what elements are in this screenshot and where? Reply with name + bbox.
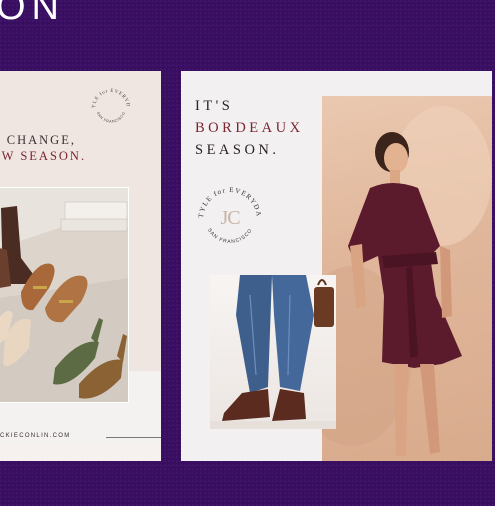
headline-line-2: BORDEAUX: [195, 120, 304, 136]
brand-seal-logo: STYLE for EVERYDAY SAN FRANCISCO: [86, 83, 136, 133]
tagline-line-1: E CHANGE,: [0, 133, 76, 147]
banner-heading: ON: [0, 0, 65, 28]
card-footer-band: [0, 443, 161, 461]
svg-text:SAN FRANCISCO: SAN FRANCISCO: [96, 111, 126, 124]
brand-seal-logo: STYLE for EVERYDAY SAN FRANCISCO JC: [191, 179, 269, 257]
tagline-line-2: EW SEASON.: [0, 149, 87, 163]
model-photo: [322, 96, 492, 461]
svg-text:SAN FRANCISCO: SAN FRANCISCO: [206, 227, 254, 245]
headline-line-3: SEASON.: [195, 142, 280, 158]
right-promo-card[interactable]: IT'S BORDEAUX SEASON. STYLE for EVERYDAY…: [181, 71, 492, 461]
shoes-photo: [0, 187, 129, 403]
jeans-photo: [210, 275, 336, 429]
headline-line-1: IT'S: [195, 98, 234, 114]
monogram: JC: [220, 206, 240, 229]
website-link[interactable]: CKIECONLIN.COM: [0, 433, 71, 439]
left-promo-card[interactable]: STYLE for EVERYDAY SAN FRANCISCO E CHANG…: [0, 71, 161, 461]
divider: [106, 437, 161, 438]
svg-text:STYLE for EVERYDAY: STYLE for EVERYDAY: [86, 83, 130, 108]
